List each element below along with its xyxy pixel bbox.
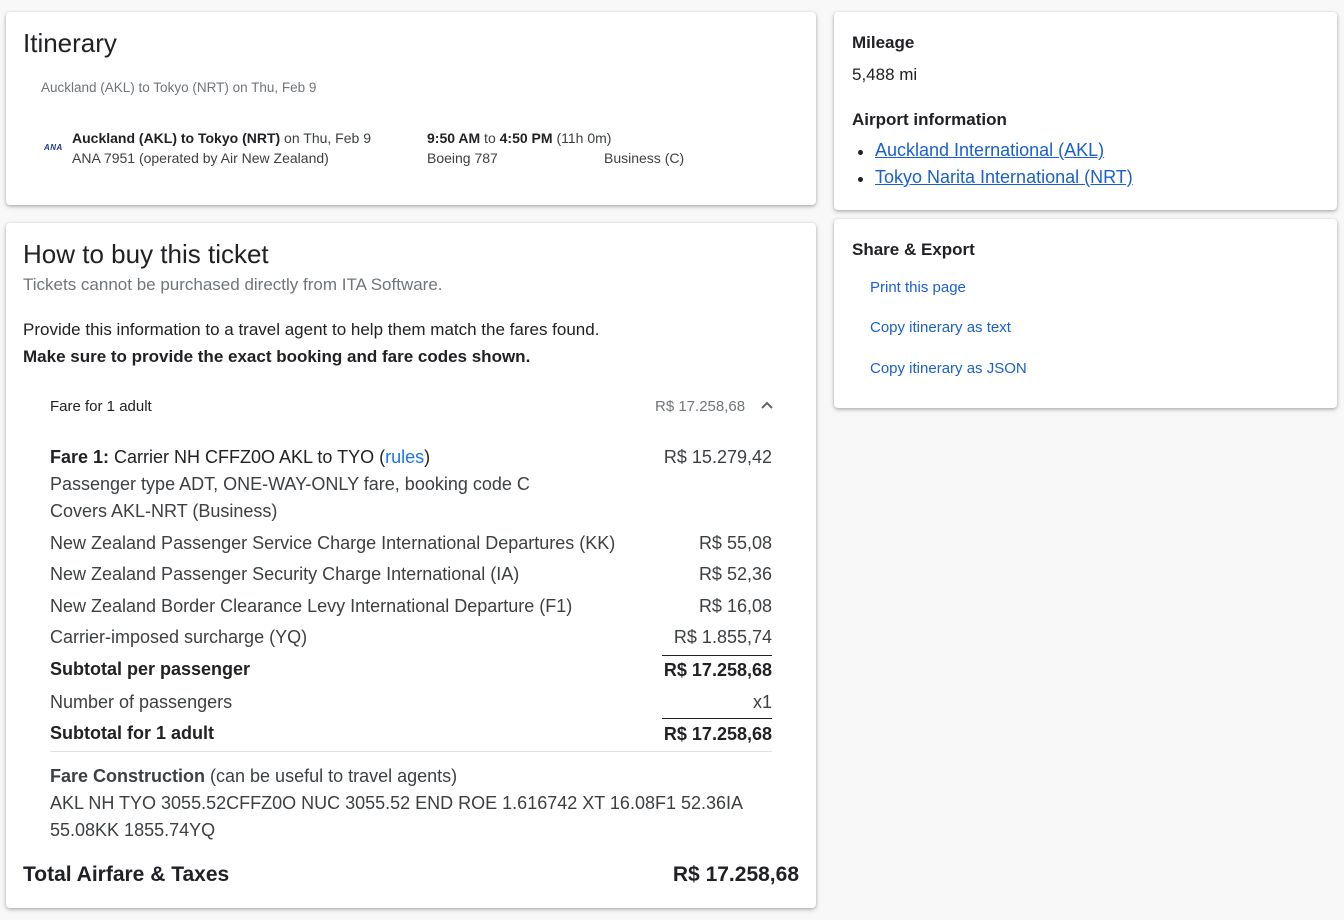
itinerary-title: Itinerary [23,28,117,58]
tax-f1-label: New Zealand Border Clearance Levy Intern… [50,596,573,616]
ana-logo-icon: ANA [44,143,63,152]
segment-route-bold: Auckland (AKL) to Tokyo (NRT) [72,130,281,146]
subtotal-per-passenger-label: Subtotal per passenger [50,659,251,679]
tax-f1-amount: R$ 16,08 [698,596,772,616]
bullet [858,150,863,155]
buy-subtitle: Tickets cannot be purchased directly fro… [23,275,443,294]
copy-text-link[interactable]: Copy itinerary as text [870,319,1011,336]
mileage-card: Mileage 5,488 mi Airport information Auc… [834,12,1337,210]
subtotal-adult-label: Subtotal for 1 adult [50,723,214,743]
segment-route: Auckland (AKL) to Tokyo (NRT) on Thu, Fe… [72,130,371,146]
fare1-close: ) [424,447,431,467]
subtotal-divider [662,655,772,656]
share-title: Share & Export [852,240,975,259]
airport-link-akl[interactable]: Auckland International (AKL) [875,140,1104,161]
segment-times: 9:50 AM to 4:50 PM (11h 0m) [427,130,611,146]
tax-yq-label: Carrier-imposed surcharge (YQ) [50,627,308,647]
total-label: Total Airfare & Taxes [23,863,230,886]
fare-construction-note: (can be useful to travel agents) [205,766,458,786]
fare-construction-divider [50,751,772,752]
tax-yq-amount: R$ 1.855,74 [673,627,772,647]
segment-flight: ANA 7951 (operated by Air New Zealand) [72,150,329,166]
segment-date: on Thu, Feb 9 [280,130,371,146]
itinerary-card: Itinerary Auckland (AKL) to Tokyo (NRT) … [6,12,816,205]
fare-header-amount[interactable]: R$ 17.258,68 [655,398,745,415]
fare-construction-line1: AKL NH TYO 3055.52CFFZ0O NUC 3055.52 END… [50,793,744,813]
total-amount: R$ 17.258,68 [672,863,799,886]
fare1-text: Carrier NH CFFZ0O AKL to TYO ( [109,447,386,467]
depart-time: 9:50 AM [427,130,481,146]
fare1-detail1: Passenger type ADT, ONE-WAY-ONLY fare, b… [50,474,530,494]
fare1-amount: R$ 15.279,42 [663,447,772,467]
fare1-label: Fare 1: Carrier NH CFFZ0O AKL to TYO (ru… [50,447,430,468]
fare-construction-bold: Fare Construction [50,766,206,786]
subtotal-adult-divider [662,718,772,719]
buy-instruction-bold: Make sure to provide the exact booking a… [23,347,531,366]
tax-ia-amount: R$ 52,36 [698,564,772,584]
arrive-time: 4:50 PM [499,130,553,146]
subtotal-per-passenger-amount: R$ 17.258,68 [663,660,772,680]
how-to-buy-card: How to buy this ticket Tickets cannot be… [6,223,816,908]
buy-title: How to buy this ticket [23,239,269,269]
route-summary: Auckland (AKL) to Tokyo (NRT) on Thu, Fe… [41,80,317,95]
buy-instruction: Provide this information to a travel age… [23,320,600,339]
fare-construction-heading: Fare Construction (can be useful to trav… [50,766,457,787]
rules-link[interactable]: rules [385,447,424,467]
to-text: to [480,130,500,146]
subtotal-adult-amount: R$ 17.258,68 [663,724,772,744]
print-page-link[interactable]: Print this page [870,279,966,296]
fare-header-label[interactable]: Fare for 1 adult [50,398,152,415]
tax-ia-label: New Zealand Passenger Security Charge In… [50,564,520,584]
num-passengers-value: x1 [752,692,772,712]
tax-kk-amount: R$ 55,08 [698,533,772,553]
duration: (11h 0m) [552,130,612,146]
cabin-class: Business (C) [604,150,685,166]
mileage-title: Mileage [852,33,915,52]
airport-link-nrt[interactable]: Tokyo Narita International (NRT) [875,167,1133,188]
chevron-up-icon[interactable] [760,398,774,412]
bullet [858,177,863,182]
aircraft: Boeing 787 [427,150,498,166]
copy-json-link[interactable]: Copy itinerary as JSON [870,360,1027,377]
tax-kk-label: New Zealand Passenger Service Charge Int… [50,533,616,553]
fare-construction-line2: 55.08KK 1855.74YQ [50,820,216,840]
fare1-bold: Fare 1: [50,447,110,467]
airport-info-title: Airport information [852,110,1007,129]
mileage-value: 5,488 mi [852,65,918,84]
share-export-card: Share & Export Print this page Copy itin… [834,219,1337,408]
num-passengers-label: Number of passengers [50,692,233,712]
fare1-detail2: Covers AKL-NRT (Business) [50,501,278,521]
